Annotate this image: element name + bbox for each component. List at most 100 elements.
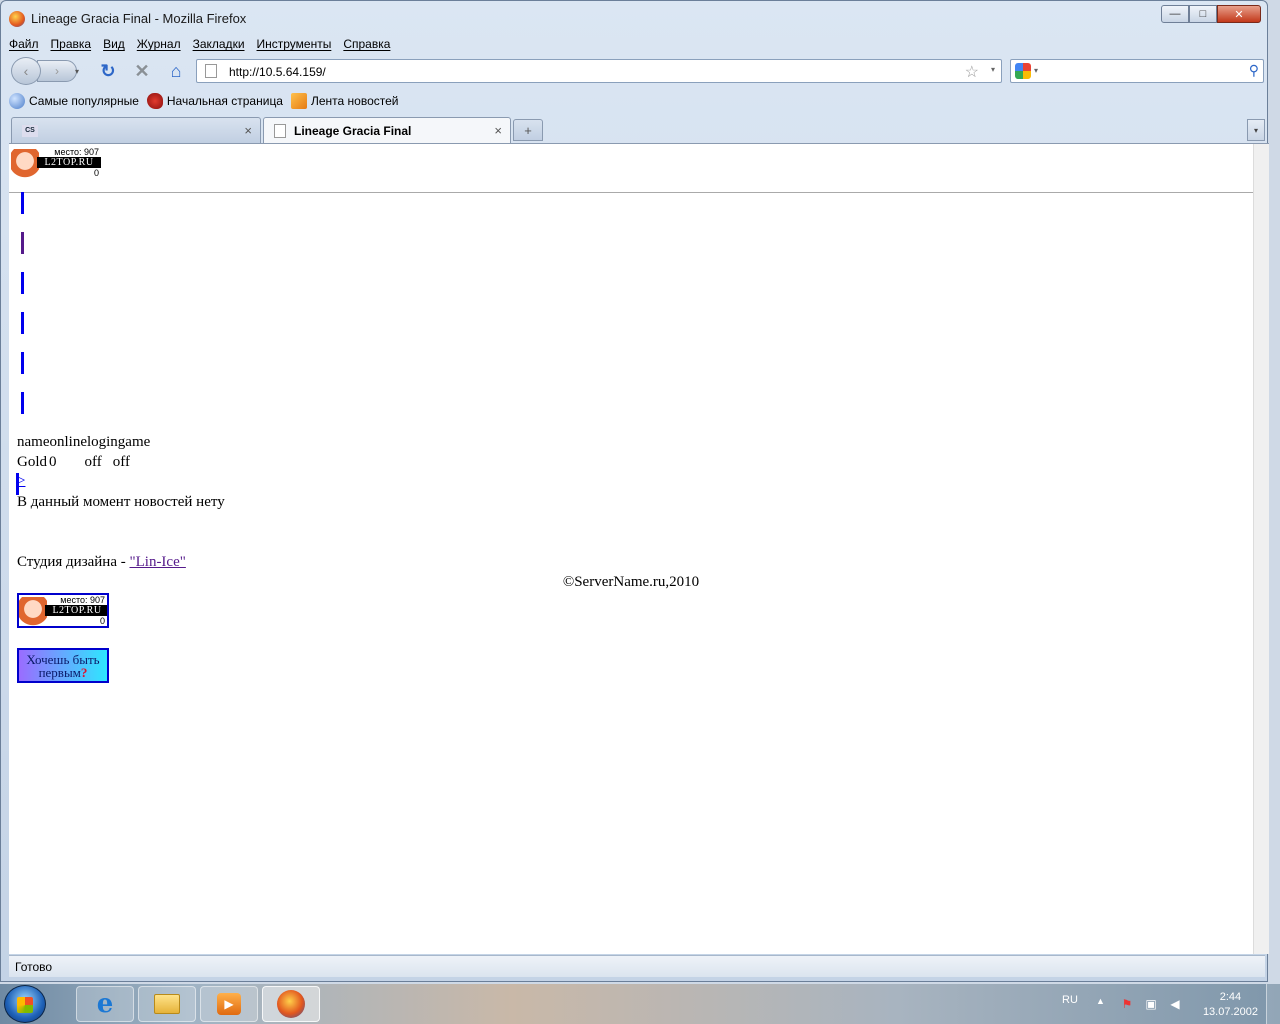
nav-link-6[interactable] [21,392,24,414]
menu-bookmarks[interactable]: Закладки [193,37,245,55]
firefox-window: Lineage Gracia Final - Mozilla Firefox —… [0,0,1269,982]
menu-tools[interactable]: Инструменты [257,37,332,55]
menu-view[interactable]: Вид [103,37,125,55]
stop-icon[interactable]: ✕ [131,61,153,81]
window-controls: — □ ✕ [1161,5,1261,23]
bookmark-label: Лента новостей [310,94,399,108]
server-game: off [112,454,130,470]
lin-ice-link[interactable]: "Lin-Ice" [129,554,185,570]
search-icon[interactable]: ⚲ [1249,62,1259,79]
tab-strip: CS × Lineage Gracia Final × + ▾ [9,117,1265,143]
tab-list-dropdown-icon[interactable]: ▾ [1247,119,1265,141]
network-icon[interactable]: ▣ [1144,997,1158,1011]
bookmark-label: Начальная страница [166,94,283,108]
l2top-banner-bottom[interactable]: место: 907 L2TOP.RU 0 [17,593,109,628]
language-indicator[interactable]: RU [1062,994,1078,1006]
page-icon [205,64,217,78]
l2top-site: L2TOP.RU [37,157,101,168]
firefox-icon [9,11,25,27]
taskbar-ie[interactable]: e [76,986,134,1022]
tab-label: Lineage Gracia Final [294,123,412,138]
tab-close-icon[interactable]: × [494,123,502,138]
tab-1[interactable]: CS × [11,117,261,143]
arrow-link[interactable]: > [16,473,25,495]
bookmark-news-feed[interactable]: Лента новостей [290,93,399,109]
media-player-icon: ▶ [217,993,241,1015]
action-center-icon[interactable]: ⚑ [1120,997,1134,1011]
tab-favicon-icon: CS [22,124,38,137]
nav-link-2[interactable] [21,232,24,254]
news-text: В данный момент новостей нету [17,494,225,510]
search-bar[interactable]: ▾ ⚲ [1010,59,1264,83]
server-online: 0 [49,454,57,470]
navigation-toolbar: › ‹ ▾ ↻ ✕ ⌂ http://10.5.64.159/ ☆ ▾ ▾ ⚲ [9,57,1265,85]
title-bar[interactable]: Lineage Gracia Final - Mozilla Firefox —… [1,1,1267,35]
back-icon: ‹ [23,63,29,79]
clock-time: 2:44 [1219,991,1242,1003]
be-first-banner[interactable]: Хочешь быть первым? [17,648,109,683]
google-icon[interactable] [1015,63,1031,79]
clock-date: 13.07.2002 [1202,1006,1258,1018]
nav-link-5[interactable] [21,352,24,374]
taskbar: e ▶ RU ▲ ⚑ ▣ ◀ 2:44 13.07.2002 [0,984,1280,1024]
divider [9,192,1253,193]
show-desktop-button[interactable] [1266,984,1280,1024]
l2top-avatar-icon [11,149,39,179]
reload-icon[interactable]: ↻ [97,61,119,81]
home-icon[interactable]: ⌂ [165,61,187,81]
new-tab-button[interactable]: + [513,119,543,141]
url-dropdown-icon[interactable]: ▾ [991,65,995,74]
taskbar-firefox[interactable] [262,986,320,1022]
server-status-row: Gold 0 off off [17,454,130,471]
clock[interactable]: 2:44 13.07.2002 [1203,990,1258,1020]
search-engine-dropdown-icon[interactable]: ▾ [1034,66,1038,75]
back-button[interactable]: ‹ [11,57,41,85]
bookmark-star-icon[interactable]: ☆ [965,62,979,82]
system-tray: RU ▲ ⚑ ▣ ◀ 2:44 13.07.2002 [1050,984,1280,1024]
taskbar-explorer[interactable] [138,986,196,1022]
nav-link-1[interactable] [21,192,24,214]
l2top-avatar-icon [19,597,47,626]
volume-icon[interactable]: ◀ [1168,997,1182,1011]
bookmark-label: Самые популярные [29,94,139,108]
bookmarks-toolbar: Самые популярные Начальная страница Лент… [9,91,398,111]
nav-link-3[interactable] [21,272,24,294]
show-hidden-icons-icon[interactable]: ▲ [1096,996,1105,1006]
folder-icon [154,994,180,1014]
windows-logo-icon [17,997,33,1013]
menu-bar: Файл Правка Вид Журнал Закладки Инструме… [9,37,390,55]
minimize-button[interactable]: — [1161,5,1189,23]
tab-close-icon[interactable]: × [244,123,252,138]
taskbar-media-player[interactable]: ▶ [200,986,258,1022]
server-name: Gold [17,454,47,470]
url-bar[interactable]: http://10.5.64.159/ ☆ ▾ [196,59,1002,83]
l2top-count: 0 [93,168,99,178]
credit-prefix: Студия дизайна - [17,554,130,570]
l2top-count: 0 [99,616,105,626]
tab-lineage[interactable]: Lineage Gracia Final × [263,117,511,143]
history-dropdown-icon[interactable]: ▾ [75,61,89,81]
l2top-site: L2TOP.RU [45,605,107,616]
start-page-icon [146,93,163,109]
rss-icon [290,93,307,109]
vertical-scrollbar[interactable] [1253,144,1269,954]
l2top-banner[interactable]: место: 907 L2TOP.RU 0 [11,147,101,179]
menu-edit[interactable]: Правка [51,37,92,55]
popular-icon [9,93,25,109]
menu-file[interactable]: Файл [9,37,39,55]
status-bar: Готово [9,955,1265,977]
nav-link-4[interactable] [21,312,24,334]
menu-history[interactable]: Журнал [137,37,181,55]
close-button[interactable]: ✕ [1217,5,1261,23]
url-text[interactable]: http://10.5.64.159/ [229,65,326,79]
menu-help[interactable]: Справка [343,37,390,55]
maximize-button[interactable]: □ [1189,5,1217,23]
bookmark-start-page[interactable]: Начальная страница [146,93,283,109]
bookmark-popular[interactable]: Самые популярные [9,93,139,109]
page-content: место: 907 L2TOP.RU 0 nameonlinelogingam… [9,143,1269,954]
start-button[interactable] [4,985,46,1023]
forward-button[interactable]: › [37,60,77,82]
forward-icon: › [55,64,59,78]
firefox-icon [277,990,305,1018]
status-text: Готово [15,960,53,974]
